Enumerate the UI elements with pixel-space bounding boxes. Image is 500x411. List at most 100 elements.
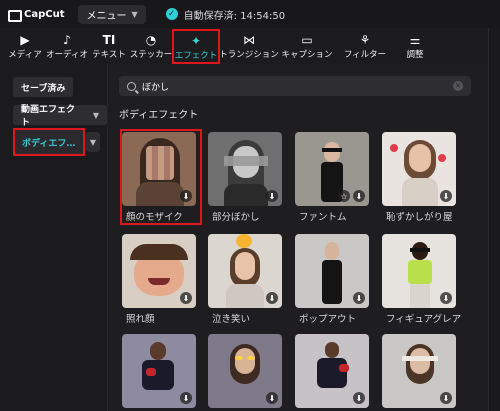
search-icon [127,81,136,91]
tab-text[interactable]: TI テキスト [88,30,130,64]
effect-card-shy[interactable]: ⬇ [382,132,456,206]
effect-card[interactable]: ⬇ [295,334,369,408]
filter-icon: ⚘ [359,33,371,47]
download-icon[interactable]: ⬇ [180,292,192,304]
tab-transition[interactable]: ⋈ トランジション [219,30,279,64]
hair [130,244,188,260]
menu-label: メニュー [86,10,127,22]
autosave-status: ✓ 自動保存済: 14:54:50 [165,7,286,22]
emoji-icon [236,234,252,248]
effect-card-pop-out[interactable]: ⬇ [295,234,369,308]
tab-caption[interactable]: ▭ キャプション [278,30,336,64]
heart-icon [438,154,446,162]
download-icon[interactable]: ⬇ [353,392,365,404]
effect-icon: ✦ [190,34,202,48]
blur-band [224,156,268,166]
tab-filter[interactable]: ⚘ フィルター [336,30,394,64]
jacket [317,358,347,388]
effect-card-laugh-cry[interactable]: ⬇ [208,234,282,308]
download-icon[interactable]: ⬇ [440,392,452,404]
adjust-icon: ⚌ [409,33,421,47]
tab-label: 調整 [406,50,424,60]
effect-label: 部分ぼかし [212,212,260,223]
face [324,142,340,162]
download-icon[interactable]: ⬇ [266,392,278,404]
effect-card-partial-blur[interactable]: ⬇ [208,132,282,206]
sidebar-item-label: セーブ済み [21,83,66,94]
main-toolbar: ▶ メディア ♪ オーディオ TI テキスト ◔ ステッカー ✦ エフェクト ⋈… [0,28,488,64]
top-bar: CapCut メニュー ▼ ✓ 自動保存済: 14:54:50 [0,0,500,28]
tab-label: エフェクト [174,51,218,61]
effect-label: 泣き笑い [212,314,251,325]
face [325,342,339,358]
glowing-eye [235,356,243,360]
effect-card[interactable]: ⬇ [122,334,196,408]
effect-card-figure-glare[interactable]: ⬇ [382,234,456,308]
autosave-text: 自動保存済: 14:54:50 [183,10,286,22]
sunglasses [322,148,342,152]
tab-label: テキスト [92,50,126,60]
search-value: ぼかし [142,82,170,93]
check-icon: ✓ [165,8,178,20]
tab-label: ステッカー [129,50,173,60]
effect-card[interactable]: ⬇ [382,334,456,408]
shoulders [224,184,268,206]
audio-icon: ♪ [63,33,71,47]
app-name: CapCut [24,8,65,20]
download-icon[interactable]: ⬇ [180,392,192,404]
dress [322,260,342,304]
effect-card-phantom[interactable]: ☆ ⬇ [295,132,369,206]
transition-icon: ⋈ [243,33,255,47]
tab-adjust[interactable]: ⚌ 調整 [394,30,436,64]
sidebar-item-label: 動画エフェクト [21,105,76,128]
heart-icon [390,144,398,152]
download-icon[interactable]: ⬇ [353,190,365,202]
selected-effect-highlight [120,129,202,225]
glowing-eye [247,356,255,360]
tab-effect[interactable]: ✦ エフェクト [172,29,220,64]
face [235,252,255,280]
search-input[interactable]: ぼかし ✕ [119,76,471,96]
face [410,348,430,374]
section-title: ボディエフェクト [119,110,199,121]
face [150,342,166,360]
app-logo: CapCut [8,8,65,22]
download-icon[interactable]: ⬇ [266,190,278,202]
pants [410,284,430,308]
top [408,260,432,284]
sidebar-item-saved[interactable]: セーブ済み [13,77,74,97]
face [235,348,255,374]
tab-label: フィルター [343,50,387,60]
favorite-icon[interactable]: ☆ [338,190,350,202]
download-icon[interactable]: ⬇ [440,190,452,202]
tab-label: トランジション [219,50,279,60]
effect-card[interactable]: ⬇ [208,334,282,408]
chevron-down-icon: ▼ [89,137,97,147]
clear-icon[interactable]: ✕ [453,81,463,91]
effect-category-sidebar: セーブ済み 動画エフェクト ▼ ボディエフ… ▼ [0,64,108,411]
right-panel-edge [488,28,500,411]
sidebar-item-video-effects[interactable]: 動画エフェクト ▼ [13,105,107,128]
download-icon[interactable]: ⬇ [266,292,278,304]
effect-label: 照れ顔 [126,314,155,325]
tab-label: メディア [8,50,42,60]
download-icon[interactable]: ⬇ [440,292,452,304]
effect-label: フィギュアグレア [386,314,462,325]
sunglasses [410,248,430,252]
face [325,242,339,260]
tab-label: オーディオ [46,50,88,60]
menu-button[interactable]: メニュー ▼ [78,4,146,24]
tab-label: キャプション [281,50,333,60]
sticker-icon: ◔ [145,33,157,47]
body-effects-expand-button[interactable]: ▼ [86,132,100,152]
effect-card-blushing[interactable]: ⬇ [122,234,196,308]
sidebar-item-body-effects[interactable]: ボディエフ… [13,128,85,156]
tab-audio[interactable]: ♪ オーディオ [46,30,88,64]
tab-media[interactable]: ▶ メディア [4,30,46,64]
sidebar-item-label: ボディエフ… [22,138,76,149]
shoulders [226,284,264,308]
tab-sticker[interactable]: ◔ ステッカー [129,30,173,64]
face [409,144,431,172]
download-icon[interactable]: ⬇ [353,292,365,304]
caption-icon: ▭ [301,33,313,47]
